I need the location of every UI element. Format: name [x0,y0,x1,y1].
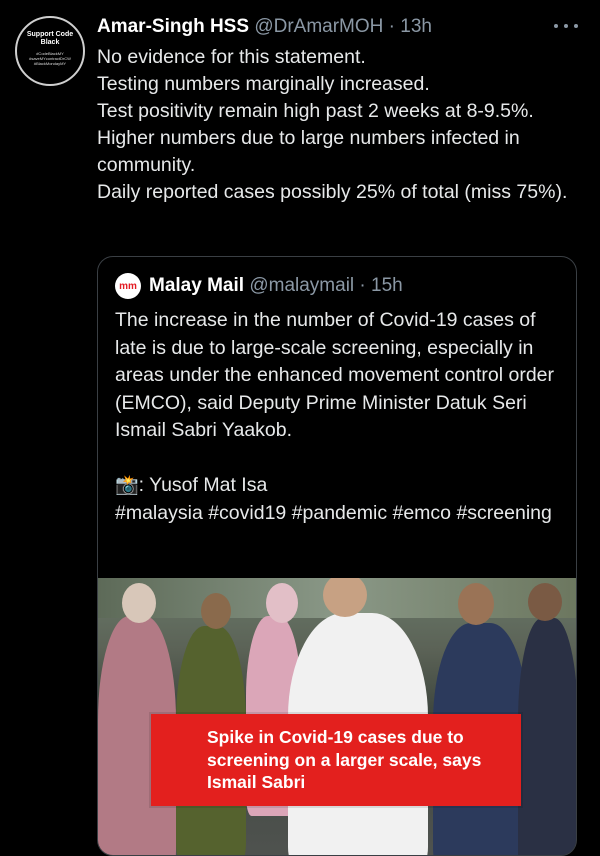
news-photo[interactable]: Spike in Covid-19 cases due to screening… [98,578,576,855]
separator-dot: · [388,16,395,37]
tweet-line: Testing numbers marginally increased. [97,73,430,95]
photo-figure [518,618,576,855]
quote-separator-dot: · [359,275,366,296]
photo-credit: 📸: Yusof Mat Isa [115,472,565,500]
tweet-line: Daily reported cases possibly 25% of tot… [97,181,568,203]
author-handle[interactable]: @DrAmarMOH [254,16,383,37]
tweet-header: Amar-Singh HSS @DrAmarMOH · 13h [97,14,540,40]
camera-icon: 📸 [115,474,139,496]
quote-author-name[interactable]: Malay Mail [149,275,244,297]
tweet-line: Test positivity remain high past 2 weeks… [97,100,534,122]
photo-credit-text: : Yusof Mat Isa [138,473,268,496]
photo-figure [122,583,156,623]
avatar-small-text: #CodeBlackMY #saveMYcontractDrCW #BlackM… [29,51,71,66]
photo-figure [266,583,298,623]
photo-figure [201,593,231,629]
photo-figure [458,583,494,625]
tweet-line: Higher numbers due to large numbers infe… [97,127,520,176]
quote-author-handle[interactable]: @malaymail [249,275,354,297]
author-name[interactable]: Amar-Singh HSS [97,16,249,37]
quote-text: The increase in the number of Covid-19 c… [115,307,565,527]
quoted-tweet[interactable]: mm Malay Mail @malaymail · 15h The incre… [97,256,577,856]
tweet-line: No evidence for this statement. [97,46,366,68]
malay-mail-logo-icon: mm [115,273,141,299]
quote-header: mm Malay Mail @malaymail · 15h [115,273,566,299]
news-caption-banner: Spike in Covid-19 cases due to screening… [151,714,521,806]
avatar[interactable]: Support Code Black #CodeBlackMY #saveMYc… [15,16,85,86]
hashtags[interactable]: #malaysia #covid19 #pandemic #emco #scre… [115,500,565,528]
tweet-time[interactable]: 13h [400,16,432,37]
avatar-title: Support Code Black [26,31,74,46]
photo-figure [528,583,562,621]
banner-text: Spike in Covid-19 cases due to screening… [207,727,482,792]
tweet-text: No evidence for this statement. Testing … [97,44,577,206]
more-options-icon[interactable] [554,16,578,36]
quote-time[interactable]: 15h [371,275,403,297]
quote-body: The increase in the number of Covid-19 c… [115,309,555,442]
